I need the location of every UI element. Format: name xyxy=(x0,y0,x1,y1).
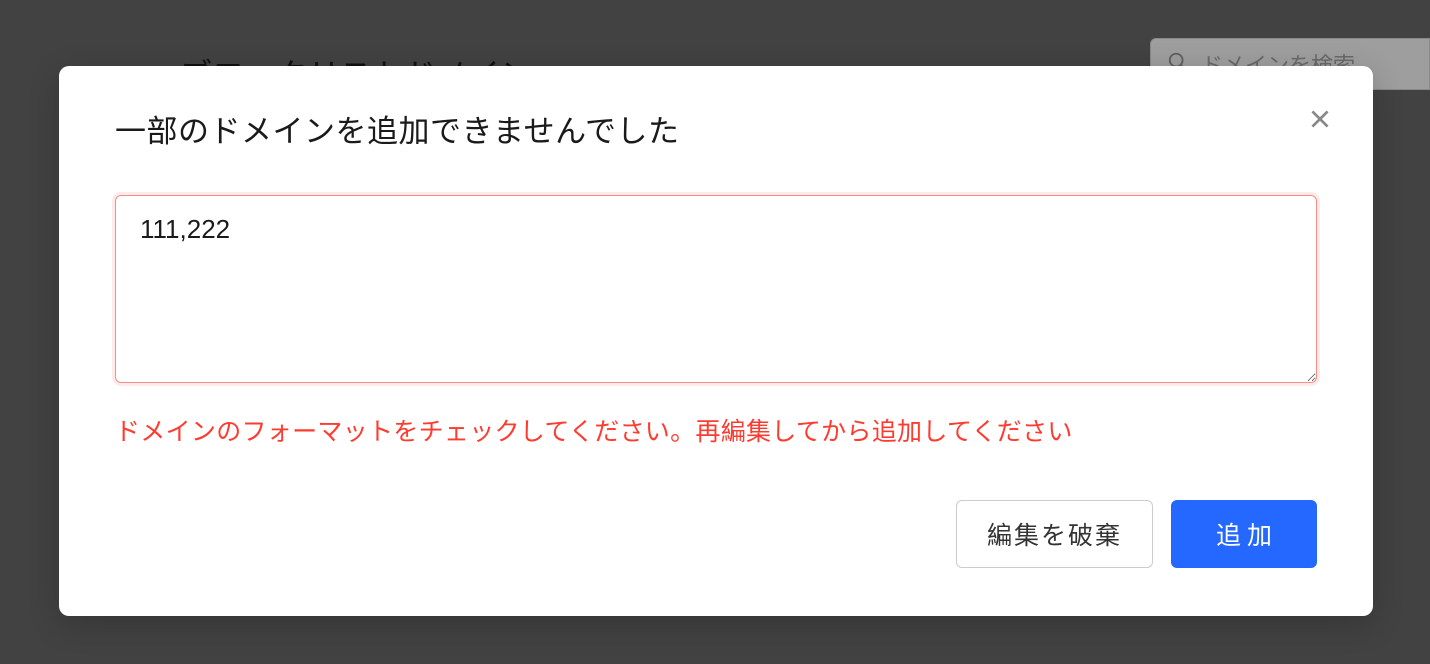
modal-header: 一部のドメインを追加できませんでした xyxy=(115,106,1317,151)
error-modal: 一部のドメインを追加できませんでした ドメインのフォーマットをチェックしてくださ… xyxy=(59,66,1373,616)
textarea-container xyxy=(115,195,1317,388)
add-button[interactable]: 追加 xyxy=(1171,500,1317,568)
error-message: ドメインのフォーマットをチェックしてください。再編集してから追加してください xyxy=(115,412,1317,448)
close-button[interactable] xyxy=(1303,102,1337,139)
domain-textarea[interactable] xyxy=(115,195,1317,383)
modal-footer: 編集を破棄 追加 xyxy=(115,500,1317,568)
modal-title: 一部のドメインを追加できませんでした xyxy=(115,106,680,151)
discard-button[interactable]: 編集を破棄 xyxy=(956,500,1153,568)
close-icon xyxy=(1307,120,1333,135)
